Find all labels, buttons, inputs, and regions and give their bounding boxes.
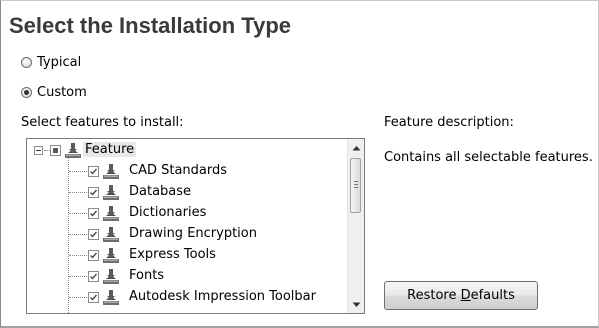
install-feature-icon <box>103 269 119 284</box>
tree-item-cad-standards[interactable]: CAD Standards <box>27 161 347 182</box>
install-feature-icon <box>103 248 119 263</box>
tree-connector <box>69 171 89 172</box>
radio-typical[interactable]: Typical <box>21 54 81 70</box>
tree-item-drawing-encryption[interactable]: Drawing Encryption <box>27 224 347 245</box>
tree-connector <box>69 192 89 193</box>
tree-item-fonts[interactable]: Fonts <box>27 266 347 287</box>
tree-root-row[interactable]: Feature <box>27 140 347 161</box>
dictionaries-checkbox[interactable] <box>88 208 99 219</box>
radio-typical-label: Typical <box>37 54 82 70</box>
restore-defaults-accelerator: D <box>460 288 471 303</box>
tree-item-label: Database <box>129 184 192 199</box>
tree-connector <box>69 297 89 298</box>
tree-item-label: Express Tools <box>129 247 216 262</box>
radio-custom-label: Custom <box>37 84 87 100</box>
feature-description-text: Contains all selectable features. <box>384 150 593 165</box>
tree-item-label: Fonts <box>129 268 165 283</box>
radio-custom-button[interactable] <box>21 86 32 98</box>
restore-defaults-button[interactable]: Restore Defaults <box>384 281 538 310</box>
install-feature-icon <box>103 164 119 179</box>
tree-item-impression-toolbar[interactable]: Autodesk Impression Toolbar <box>27 287 347 308</box>
collapse-icon[interactable] <box>34 146 43 155</box>
scroll-up-button[interactable] <box>348 139 364 156</box>
feature-description-label: Feature description: <box>384 115 514 130</box>
install-feature-icon <box>103 206 119 221</box>
scroll-thumb[interactable] <box>350 158 361 213</box>
cad-standards-checkbox[interactable] <box>88 166 99 177</box>
radio-typical-button[interactable] <box>21 56 32 68</box>
tree-scrollbar[interactable] <box>347 139 364 313</box>
install-feature-icon <box>103 290 119 305</box>
tree-connector <box>69 276 89 277</box>
install-feature-icon <box>103 227 119 242</box>
tree-item-label: Drawing Encryption <box>129 226 257 241</box>
arrow-up-icon <box>352 145 360 150</box>
tree-item-label: CAD Standards <box>129 163 228 178</box>
root-checkbox[interactable] <box>50 145 61 156</box>
tree-item-label: Dictionaries <box>129 205 207 220</box>
feature-tree[interactable]: Feature CAD Standards Database Dictionar… <box>26 138 365 314</box>
drawing-encryption-checkbox[interactable] <box>88 229 99 240</box>
database-checkbox[interactable] <box>88 187 99 198</box>
restore-defaults-label-start: Restore <box>407 288 461 303</box>
tree-item-database[interactable]: Database <box>27 182 347 203</box>
tree-connector <box>69 255 89 256</box>
arrow-down-icon <box>352 302 360 307</box>
fonts-checkbox[interactable] <box>88 271 99 282</box>
radio-custom[interactable]: Custom <box>21 84 87 100</box>
tree-item-label: Autodesk Impression Toolbar <box>129 289 316 304</box>
features-label: Select features to install: <box>21 115 184 130</box>
install-feature-icon <box>65 143 81 158</box>
install-feature-icon <box>103 185 119 200</box>
tree-item-dictionaries[interactable]: Dictionaries <box>27 203 347 224</box>
tree-root-label: Feature <box>83 142 137 157</box>
restore-defaults-label-end: efaults <box>470 288 515 303</box>
impression-toolbar-checkbox[interactable] <box>88 292 99 303</box>
scroll-down-button[interactable] <box>348 296 364 313</box>
tree-connector <box>69 234 89 235</box>
page-title: Select the Installation Type <box>9 13 291 38</box>
express-tools-checkbox[interactable] <box>88 250 99 261</box>
tree-connector <box>69 213 89 214</box>
tree-item-express-tools[interactable]: Express Tools <box>27 245 347 266</box>
